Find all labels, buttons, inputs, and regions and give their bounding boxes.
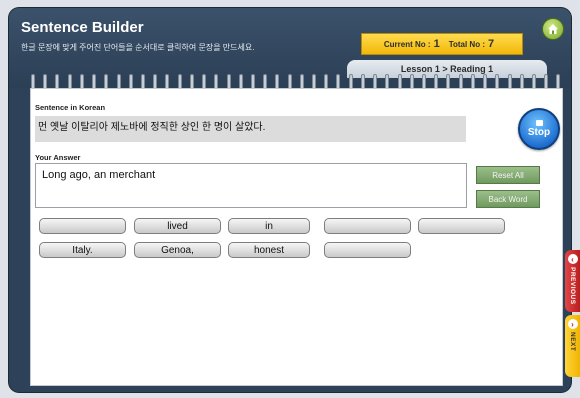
current-no-value: 1 <box>433 38 440 50</box>
total-no-label: Total No : <box>448 39 485 49</box>
home-button[interactable] <box>542 18 564 40</box>
word-chip[interactable]: in <box>228 218 310 234</box>
back-word-button[interactable]: Back Word <box>476 190 540 208</box>
stop-icon <box>535 120 543 126</box>
worksheet-panel: Sentence in Korean 먼 옛날 이탈리아 제노바에 정직한 상인… <box>30 88 563 386</box>
word-chip[interactable] <box>418 218 505 234</box>
word-chip[interactable] <box>324 242 411 258</box>
app-window: Sentence Builder 한글 문장에 맞게 주어진 단어들을 순서대로… <box>9 8 571 392</box>
next-label: NEXT <box>569 332 576 352</box>
word-chip[interactable]: Genoa, <box>134 242 221 258</box>
app-title: Sentence Builder <box>21 19 144 36</box>
total-no-value: 7 <box>487 38 495 50</box>
app-instructions: 한글 문장에 맞게 주어진 단어들을 순서대로 클릭하여 문장을 만드세요. <box>21 43 255 52</box>
previous-label: PREVIOUS <box>569 267 576 305</box>
question-counter: Current No : 1 Total No : 7 <box>361 33 523 55</box>
answer-field[interactable]: Long ago, an merchant <box>35 163 467 208</box>
current-no-label: Current No : <box>383 39 431 49</box>
chevron-right-icon: › <box>567 319 578 329</box>
korean-sentence: 먼 옛날 이탈리아 제노바에 정직한 상인 한 명이 살았다. <box>35 116 466 142</box>
word-chip[interactable]: lived <box>134 218 221 234</box>
stop-label: Stop <box>527 127 551 138</box>
stop-button[interactable]: Stop <box>518 108 560 150</box>
previous-tab[interactable]: ‹ PREVIOUS <box>565 250 580 312</box>
reset-all-button[interactable]: Reset All <box>476 166 540 184</box>
home-icon <box>548 24 558 34</box>
next-tab[interactable]: › NEXT <box>565 315 580 377</box>
word-chip[interactable] <box>39 218 126 234</box>
word-chip[interactable]: Italy. <box>39 242 126 258</box>
word-chip[interactable]: honest <box>228 242 310 258</box>
korean-sentence-label: Sentence in Korean <box>35 103 106 112</box>
word-chip[interactable] <box>324 218 411 234</box>
answer-label: Your Answer <box>35 153 81 162</box>
chevron-left-icon: ‹ <box>567 254 578 264</box>
